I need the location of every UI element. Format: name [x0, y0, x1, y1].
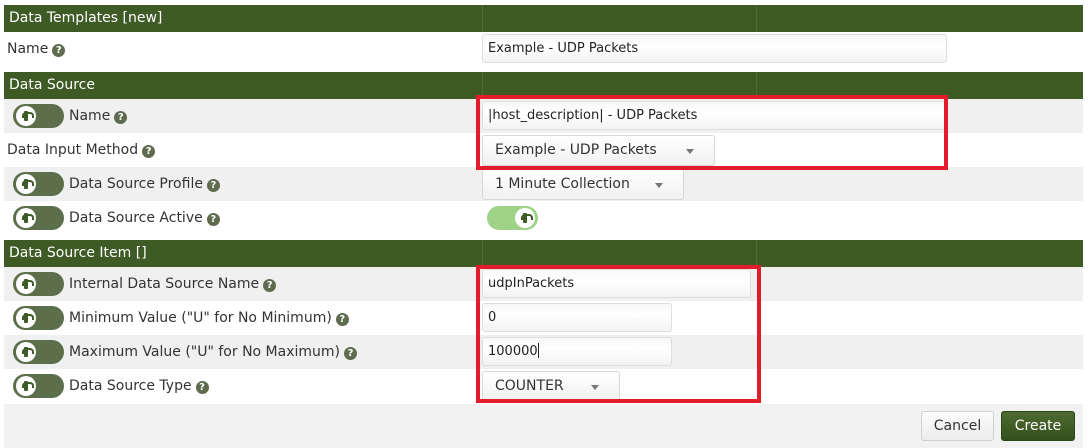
source-name-input[interactable]: |host_description| - UDP Packets: [482, 101, 947, 130]
input-method-select[interactable]: Example - UDP Packets: [482, 135, 715, 166]
template-name-label: Name: [7, 41, 49, 57]
override-toggle[interactable]: [13, 272, 64, 296]
section-title: Data Source: [9, 77, 95, 93]
max-value-input[interactable]: 100000: [482, 337, 672, 366]
section-header-data-source: Data Source: [4, 72, 1083, 99]
help-icon[interactable]: ?: [206, 213, 220, 226]
source-active-label: Data Source Active: [69, 210, 203, 226]
toggle-icon: [16, 174, 36, 194]
header-divider: [756, 72, 757, 99]
override-toggle[interactable]: [13, 340, 64, 364]
source-type-select[interactable]: COUNTER: [482, 371, 620, 402]
header-divider: [482, 240, 483, 267]
override-toggle[interactable]: [13, 206, 64, 230]
source-name-label: Name: [69, 108, 111, 124]
min-value-input[interactable]: 0: [482, 303, 672, 332]
section-header-data-templates: Data Templates [new]: [4, 5, 1083, 32]
input-method-row: Data Input Method? Example - UDP Packets: [4, 133, 1083, 167]
chevron-down-icon: [591, 385, 599, 390]
help-icon[interactable]: ?: [344, 347, 357, 360]
toggle-icon: [16, 342, 36, 362]
max-value-label: Maximum Value ("U" for No Maximum): [69, 344, 340, 360]
source-active-row: Data Source Active?: [4, 201, 1083, 235]
toggle-icon: [16, 376, 36, 396]
template-name-row: Name? Example - UDP Packets: [4, 32, 1083, 66]
template-name-input[interactable]: Example - UDP Packets: [482, 34, 947, 63]
toggle-icon: [16, 308, 36, 328]
source-profile-label: Data Source Profile: [69, 176, 203, 192]
form-footer: Cancel Create: [4, 404, 1083, 448]
help-icon[interactable]: ?: [263, 279, 277, 292]
override-toggle[interactable]: [13, 104, 64, 128]
cancel-button[interactable]: Cancel: [921, 411, 994, 441]
internal-name-row: Internal Data Source Name? udpInPackets: [4, 267, 1083, 301]
toggle-icon: [16, 274, 36, 294]
min-value-row: Minimum Value ("U" for No Minimum)? 0: [4, 301, 1083, 335]
internal-name-input[interactable]: udpInPackets: [482, 269, 751, 298]
help-icon[interactable]: ?: [52, 44, 66, 57]
override-toggle[interactable]: [13, 306, 64, 330]
source-type-label: Data Source Type: [69, 378, 192, 394]
source-type-row: Data Source Type? COUNTER: [4, 369, 1083, 403]
help-icon[interactable]: ?: [114, 111, 128, 124]
source-name-row: Name? |host_description| - UDP Packets: [4, 99, 1083, 133]
section-title: Data Templates [new]: [9, 10, 163, 26]
help-icon[interactable]: ?: [335, 313, 349, 326]
header-divider: [482, 72, 483, 99]
help-icon[interactable]: ?: [206, 179, 220, 192]
source-profile-select[interactable]: 1 Minute Collection: [482, 169, 684, 200]
help-icon[interactable]: ?: [195, 381, 209, 394]
header-divider: [482, 5, 483, 32]
section-header-data-source-item: Data Source Item []: [4, 240, 1083, 267]
chevron-down-icon: [686, 149, 694, 154]
chevron-down-icon: [655, 183, 663, 188]
max-value-row: Maximum Value ("U" for No Maximum)? 1000…: [4, 335, 1083, 369]
input-method-label: Data Input Method: [7, 142, 139, 158]
internal-name-label: Internal Data Source Name: [69, 276, 260, 292]
source-profile-row: Data Source Profile? 1 Minute Collection: [4, 167, 1083, 201]
min-value-label: Minimum Value ("U" for No Minimum): [69, 310, 332, 326]
create-button[interactable]: Create: [1001, 411, 1075, 441]
toggle-icon: [16, 208, 36, 228]
toggle-icon: [515, 208, 535, 228]
override-toggle[interactable]: [13, 172, 64, 196]
section-title: Data Source Item []: [9, 245, 147, 261]
override-toggle[interactable]: [13, 374, 64, 398]
header-divider: [756, 240, 757, 267]
header-divider: [756, 5, 757, 32]
help-icon[interactable]: ?: [142, 145, 156, 158]
text-cursor: [537, 343, 539, 358]
source-active-switch[interactable]: [487, 206, 538, 230]
toggle-icon: [16, 106, 36, 126]
